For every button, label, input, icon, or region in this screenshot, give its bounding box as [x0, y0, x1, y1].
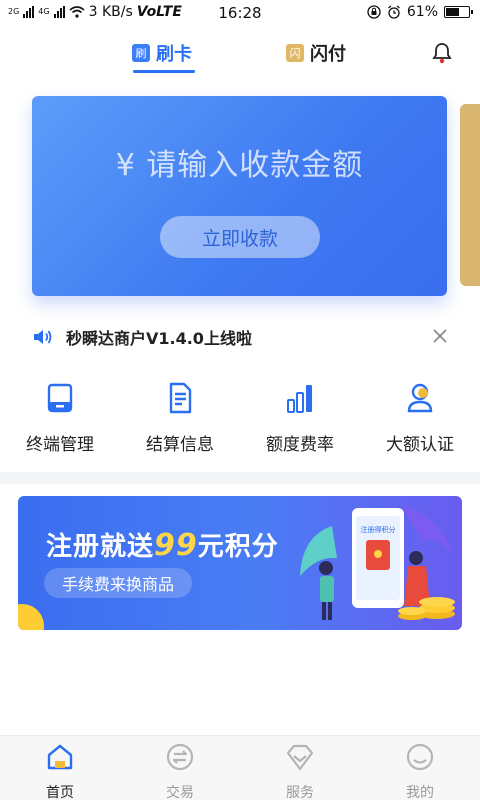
nav-label-services: 服务 — [286, 785, 314, 800]
menu-label-terminal: 终端管理 — [26, 435, 94, 455]
flash-badge-icon: 闪 — [286, 44, 304, 62]
speaker-icon — [34, 330, 52, 344]
menu-label-large-verify: 大额认证 — [386, 435, 454, 455]
bottom-nav: 首页 交易 服务 我的 — [0, 735, 480, 800]
phone-screen-text: 注册得积分 — [361, 525, 396, 534]
nav-services[interactable]: 服务 — [240, 742, 360, 800]
menu-label-settlement: 结算信息 — [146, 435, 214, 455]
status-right: 61% — [367, 4, 473, 20]
banner-title: 注册就送99元积分 — [46, 526, 279, 563]
nav-transactions[interactable]: 交易 — [120, 742, 240, 800]
menu-label-limit-rate: 额度费率 — [266, 435, 334, 455]
status-bar: 2G 4G 3 KB/s VoLTE 16:28 61% — [0, 0, 480, 26]
menu-item-limit-rate[interactable]: 额度费率 — [240, 380, 360, 455]
nav-label-transactions: 交易 — [166, 785, 194, 800]
tab-flash-pay[interactable]: 闪 闪付 — [286, 40, 346, 66]
active-tab-indicator — [133, 70, 195, 73]
profile-icon — [406, 743, 434, 771]
diamond-icon — [286, 744, 314, 771]
battery-fill — [446, 8, 459, 16]
notice-bar[interactable]: 秒瞬达商户V1.4.0上线啦 — [32, 322, 452, 352]
banner-decoration — [18, 604, 44, 630]
menu-item-settlement[interactable]: 结算信息 — [120, 380, 240, 455]
notice-text: 秒瞬达商户V1.4.0上线啦 — [66, 329, 252, 348]
user-verify-icon — [407, 383, 433, 413]
banner-title-after: 元积分 — [197, 532, 279, 562]
banner-title-highlight: 99 — [154, 528, 198, 563]
payment-tabs: 刷 刷卡 闪 闪付 — [0, 32, 480, 80]
tab-swipe-card-label: 刷卡 — [156, 44, 192, 65]
banner-illustration: 注册得积分 — [300, 506, 455, 620]
battery-icon — [444, 6, 473, 18]
quick-menu: 终端管理 结算信息 额度费率 大额认证 — [0, 380, 480, 460]
nav-label-profile: 我的 — [406, 785, 434, 800]
payment-card: ¥ 请输入收款金额 立即收款 — [32, 96, 447, 296]
banner-title-before: 注册就送 — [46, 532, 155, 562]
nav-label-home: 首页 — [46, 785, 74, 800]
close-icon[interactable] — [432, 328, 448, 344]
tab-swipe-card[interactable]: 刷 刷卡 — [132, 40, 192, 66]
next-card-peek[interactable] — [460, 104, 480, 286]
alarm-icon — [387, 5, 400, 19]
lock-rotation-icon — [367, 5, 381, 19]
terminal-icon — [47, 383, 73, 413]
nav-profile[interactable]: 我的 — [360, 742, 480, 800]
battery-percent: 61% — [406, 4, 438, 20]
tab-flash-pay-label: 闪付 — [310, 44, 346, 65]
menu-item-large-verify[interactable]: 大额认证 — [360, 380, 480, 455]
promo-banner[interactable]: 注册就送99元积分 手续费来换商品 注册得积分 — [18, 496, 462, 630]
nav-home[interactable]: 首页 — [0, 742, 120, 800]
card-badge-icon: 刷 — [132, 44, 150, 62]
document-icon — [169, 382, 192, 414]
home-icon — [47, 744, 73, 770]
menu-item-terminal[interactable]: 终端管理 — [0, 380, 120, 455]
bell-icon[interactable] — [432, 42, 452, 64]
section-divider — [0, 472, 480, 484]
amount-input[interactable]: ¥ 请输入收款金额 — [32, 140, 447, 184]
collect-now-button[interactable]: 立即收款 — [160, 216, 320, 258]
exchange-icon — [166, 743, 194, 771]
bar-chart-icon — [287, 385, 312, 413]
banner-subtitle: 手续费来换商品 — [44, 568, 193, 598]
